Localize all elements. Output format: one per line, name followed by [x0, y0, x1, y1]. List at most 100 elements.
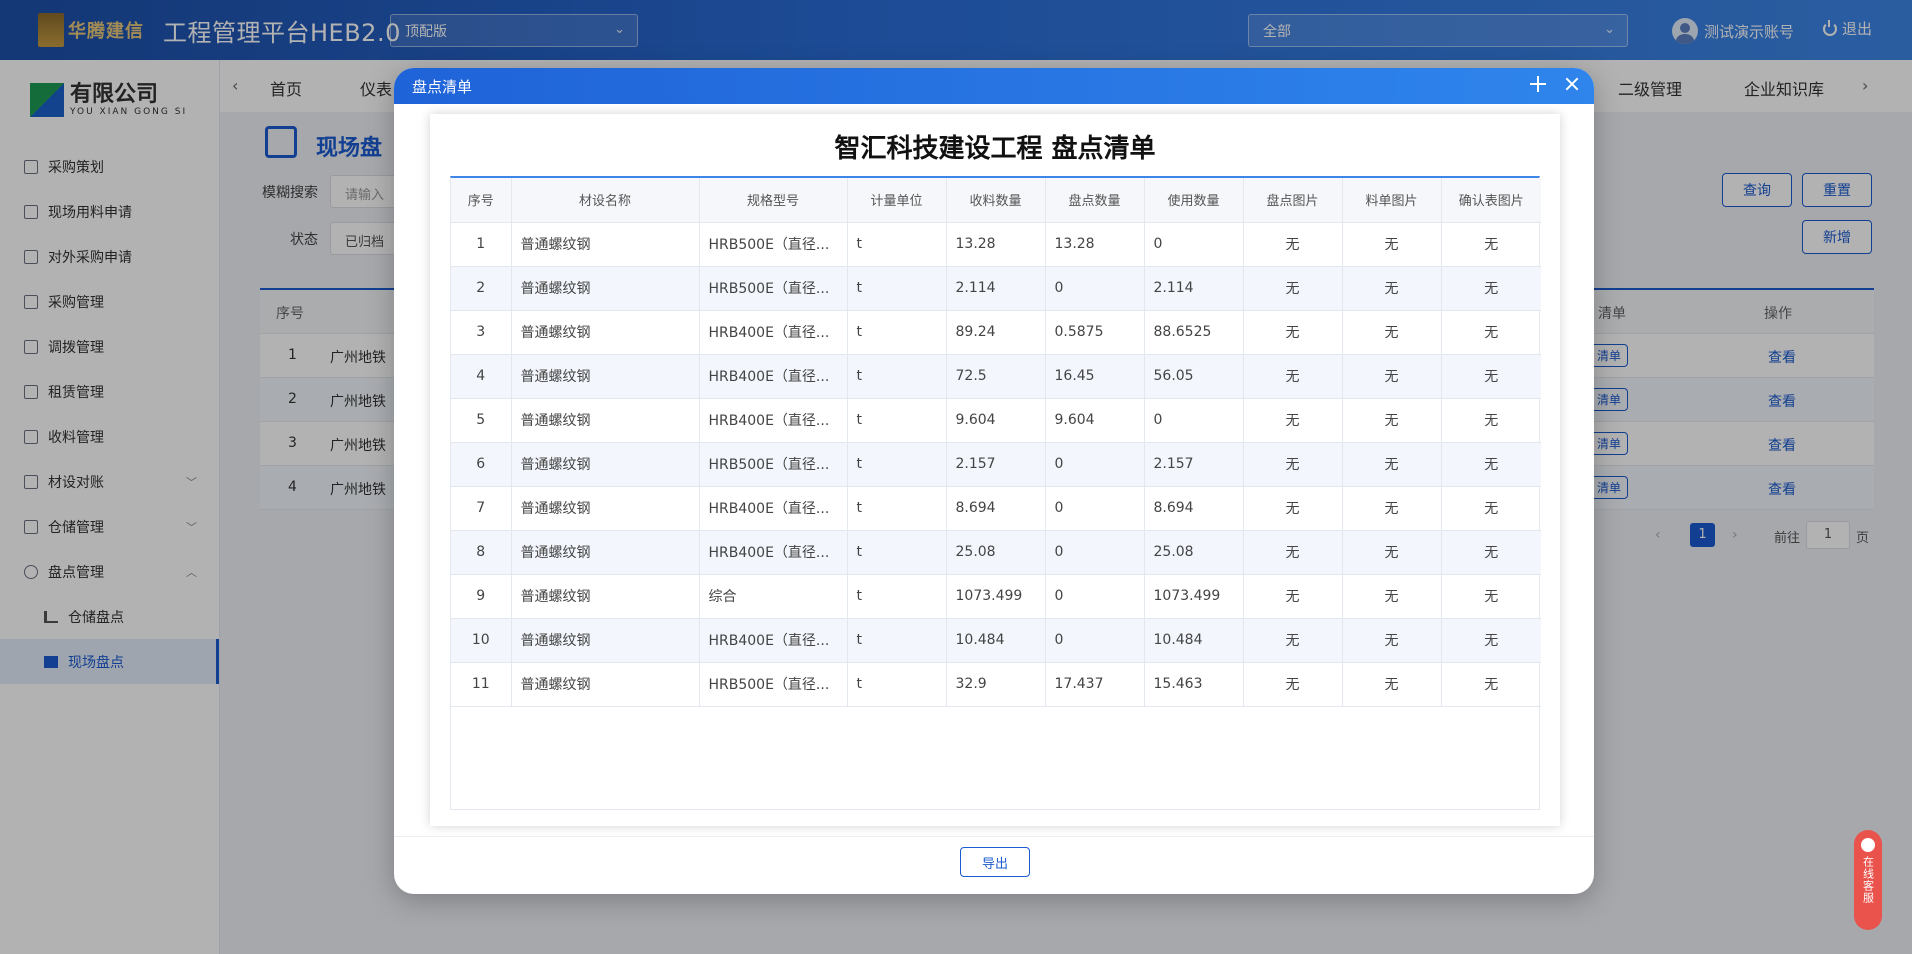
table-cell: 15.463: [1144, 662, 1244, 707]
table-cell: HRB500E（直径...: [699, 442, 848, 487]
table-cell: 0: [1045, 530, 1145, 575]
col-header: 确认表图片: [1441, 178, 1541, 223]
table-cell: t: [847, 222, 947, 267]
table-header: 序号 材设名称 规格型号 计量单位 收料数量 盘点数量 使用数量 盘点图片 料单…: [451, 178, 1541, 223]
table-cell: 2.157: [1144, 442, 1244, 487]
document-title: 智汇科技建设工程 盘点清单: [834, 134, 1156, 164]
table-cell: 普通螺纹钢: [511, 442, 700, 487]
col-header: 料单图片: [1342, 178, 1442, 223]
table-cell: t: [847, 398, 947, 443]
table-cell: 无: [1243, 310, 1343, 355]
table-cell: t: [847, 662, 947, 707]
table-cell: HRB400E（直径...: [699, 310, 848, 355]
table-row: 8 普通螺纹钢 HRB400E（直径... t 25.08 0 25.08 无无无: [451, 530, 1541, 575]
table-cell: 32.9: [946, 662, 1046, 707]
table-cell: 无: [1342, 574, 1442, 619]
table-cell: HRB400E（直径...: [699, 398, 848, 443]
col-header: 计量单位: [847, 178, 947, 223]
table-cell: 25.08: [946, 530, 1046, 575]
table-cell: 普通螺纹钢: [511, 618, 700, 663]
table-cell: HRB500E（直径...: [699, 662, 848, 707]
table-cell: 4: [451, 354, 512, 399]
table-cell: 11: [451, 662, 512, 707]
table-cell: 2.157: [946, 442, 1046, 487]
table-cell: 25.08: [1144, 530, 1244, 575]
inventory-list-dialog: 盘点清单 智汇科技建设工程 盘点清单 序号 材设名称 规格型号 计量单位 收料数…: [394, 68, 1594, 894]
table-cell: HRB400E（直径...: [699, 354, 848, 399]
table-cell: 普通螺纹钢: [511, 530, 700, 575]
table-cell: 无: [1441, 530, 1541, 575]
export-button[interactable]: 导出: [960, 847, 1030, 877]
table-cell: HRB400E（直径...: [699, 486, 848, 531]
col-header: 材设名称: [511, 178, 700, 223]
table-cell: 无: [1243, 662, 1343, 707]
table-cell: t: [847, 354, 947, 399]
col-header: 盘点图片: [1243, 178, 1343, 223]
table-cell: 无: [1243, 222, 1343, 267]
dialog-footer: 导出: [394, 836, 1594, 894]
move-icon[interactable]: [1530, 76, 1546, 92]
table-row: 3 普通螺纹钢 HRB400E（直径... t 89.24 0.5875 88.6525 无无…: [451, 310, 1541, 355]
table-cell: 0: [1045, 442, 1145, 487]
online-service-button[interactable]: 在线客服: [1854, 830, 1882, 930]
table-cell: t: [847, 574, 947, 619]
table-cell: 普通螺纹钢: [511, 222, 700, 267]
table-cell: 普通螺纹钢: [511, 662, 700, 707]
table-cell: t: [847, 310, 947, 355]
table-row: 11 普通螺纹钢 HRB500E（直径... t 32.9 17.437 15.463 无无无: [451, 662, 1541, 707]
table-cell: 无: [1342, 530, 1442, 575]
table-cell: 16.45: [1045, 354, 1145, 399]
table-cell: 无: [1243, 574, 1343, 619]
table-cell: 无: [1342, 222, 1442, 267]
table-cell: 9: [451, 574, 512, 619]
table-cell: 8.694: [946, 486, 1046, 531]
table-cell: 10.484: [946, 618, 1046, 663]
table-cell: 无: [1342, 310, 1442, 355]
table-cell: 1073.499: [1144, 574, 1244, 619]
table-cell: 1073.499: [946, 574, 1046, 619]
table-cell: 无: [1342, 442, 1442, 487]
table-cell: 1: [451, 222, 512, 267]
table-cell: 0.5875: [1045, 310, 1145, 355]
table-cell: 无: [1342, 662, 1442, 707]
table-cell: 72.5: [946, 354, 1046, 399]
table-cell: 综合: [699, 574, 848, 619]
table-cell: 3: [451, 310, 512, 355]
col-header: 收料数量: [946, 178, 1046, 223]
table-cell: 普通螺纹钢: [511, 266, 700, 311]
table-cell: 无: [1441, 486, 1541, 531]
table-cell: 普通螺纹钢: [511, 398, 700, 443]
document-paper: 智汇科技建设工程 盘点清单 序号 材设名称 规格型号 计量单位 收料数量 盘点数…: [430, 114, 1560, 826]
table-cell: 普通螺纹钢: [511, 354, 700, 399]
table-cell: 无: [1243, 354, 1343, 399]
table-row: 10 普通螺纹钢 HRB400E（直径... t 10.484 0 10.484 无无无: [451, 618, 1541, 663]
table-cell: 无: [1441, 222, 1541, 267]
table-cell: 普通螺纹钢: [511, 486, 700, 531]
table-cell: 0: [1144, 398, 1244, 443]
table-cell: 6: [451, 442, 512, 487]
dialog-header: 盘点清单: [394, 68, 1594, 104]
table-cell: 0: [1144, 222, 1244, 267]
table-row: 4 普通螺纹钢 HRB400E（直径... t 72.5 16.45 56.05 无无无: [451, 354, 1541, 399]
close-icon[interactable]: [1564, 76, 1580, 92]
table-cell: 无: [1243, 486, 1343, 531]
table-cell: 无: [1441, 398, 1541, 443]
table-cell: 13.28: [1045, 222, 1145, 267]
table-cell: 10: [451, 618, 512, 663]
table-cell: 56.05: [1144, 354, 1244, 399]
col-header: 规格型号: [699, 178, 848, 223]
table-cell: t: [847, 486, 947, 531]
table-cell: 7: [451, 486, 512, 531]
table-cell: 无: [1441, 442, 1541, 487]
table-cell: 89.24: [946, 310, 1046, 355]
table-cell: 9.604: [1045, 398, 1145, 443]
table-cell: t: [847, 530, 947, 575]
col-header: 盘点数量: [1045, 178, 1145, 223]
service-label: 在线客服: [1861, 856, 1875, 904]
table-cell: 无: [1342, 266, 1442, 311]
table-cell: t: [847, 266, 947, 311]
table-cell: HRB500E（直径...: [699, 222, 848, 267]
table-cell: 无: [1441, 266, 1541, 311]
chat-icon: [1861, 838, 1875, 852]
col-header: 使用数量: [1144, 178, 1244, 223]
